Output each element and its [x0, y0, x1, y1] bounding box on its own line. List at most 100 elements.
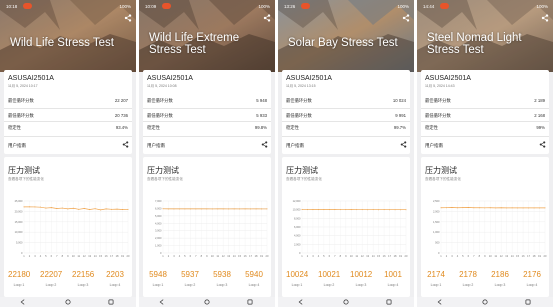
loop-scores-strip[interactable]: 10024 Loop 1 10021 Loop 2 10012 Loop 3 1001 Loo… [286, 268, 410, 294]
loop-score-item[interactable]: 22207 Loop 2 [40, 268, 62, 294]
share-icon[interactable] [541, 14, 549, 22]
stability-label: 稳定性 [8, 125, 21, 130]
x-tick-label: 19 [538, 254, 541, 258]
x-tick-label: 2 [29, 254, 31, 258]
share-icon[interactable] [124, 14, 132, 22]
x-tick-label: 18 [533, 254, 536, 258]
home-icon[interactable] [343, 299, 349, 305]
y-tick-label: 12,000 [293, 199, 301, 203]
loop-score-item[interactable]: 5938 Loop 3 [211, 268, 233, 294]
x-tick-label: 18 [116, 254, 119, 258]
data-point [394, 209, 396, 211]
loop-scores-strip[interactable]: 5948 Loop 1 5937 Loop 2 5938 Loop 3 5940 Loop 4 [147, 268, 271, 294]
x-tick-label: 11 [494, 254, 497, 258]
back-icon[interactable] [437, 299, 443, 305]
back-icon[interactable] [298, 299, 304, 305]
recents-icon[interactable] [386, 299, 392, 305]
divider [282, 121, 410, 122]
loop-score-item[interactable]: 5937 Loop 2 [179, 268, 201, 294]
loop-score-item[interactable]: 2174 Loop 1 [425, 268, 447, 294]
stress-line-chart: 25,00020,00015,00010,0005,00001 2 3 4 5 6 7 8 9 1… [15, 199, 130, 258]
user-guide-link[interactable]: 用户指南 [147, 143, 165, 149]
x-tick-label: 1 [162, 254, 164, 258]
back-icon[interactable] [159, 299, 165, 305]
best-value: 2 189 [534, 98, 545, 103]
device-name: ASUSAI2501A [286, 75, 332, 82]
section-title: 压力测试 [286, 166, 318, 175]
home-icon[interactable] [204, 299, 210, 305]
user-guide-link[interactable]: 用户指南 [8, 143, 26, 149]
data-point [127, 208, 129, 210]
data-point [361, 209, 363, 211]
back-icon[interactable] [20, 299, 26, 305]
loop-score-value: 2174 [427, 270, 445, 279]
data-point [462, 207, 464, 209]
loop-scores-strip[interactable]: 22180 Loop 1 22207 Loop 2 22156 Loop 3 2203 Loo… [8, 268, 132, 294]
loop-score-value: 22180 [8, 270, 31, 279]
y-tick-label: 5,000 [16, 241, 23, 245]
data-point [211, 208, 213, 210]
user-guide-link[interactable]: 用户指南 [425, 143, 443, 149]
loop-score-item[interactable]: 5948 Loop 1 [147, 268, 169, 294]
y-tick-label: 4,000 [294, 234, 301, 238]
data-point [544, 207, 546, 209]
stability-label: 稳定性 [147, 125, 160, 130]
recents-icon[interactable] [525, 299, 531, 305]
loop-score-item[interactable]: 1001 Loop 4 [382, 268, 404, 294]
x-tick-label: 15 [99, 254, 102, 258]
stability-value: 99.8% [254, 125, 267, 130]
data-point [184, 208, 186, 210]
loop-score-item[interactable]: 22180 Loop 1 [8, 268, 30, 294]
score-series-line [23, 206, 129, 211]
best-label: 最佳循环分数 [425, 98, 451, 103]
data-point [484, 207, 486, 209]
divider [143, 136, 271, 137]
x-tick-label: 14 [372, 254, 375, 258]
x-tick-label: 8 [201, 254, 203, 258]
data-point [539, 207, 541, 209]
x-tick-label: 4 [318, 254, 320, 258]
share-icon[interactable] [263, 14, 271, 22]
x-tick-label: 2 [446, 254, 448, 258]
loop-score-value: 2178 [459, 270, 477, 279]
x-tick-label: 5 [462, 254, 464, 258]
data-point [261, 208, 263, 210]
loop-score-value: 2203 [106, 270, 124, 279]
loop-score-value: 2186 [491, 270, 509, 279]
loop-score-item[interactable]: 22156 Loop 3 [72, 268, 94, 294]
user-guide-link[interactable]: 用户指南 [286, 143, 304, 149]
y-tick-label: 4,000 [155, 221, 162, 225]
loop-score-item[interactable]: 10012 Loop 3 [350, 268, 372, 294]
loop-score-item[interactable]: 2176 Loop 4 [521, 268, 543, 294]
score-summary-card: ASUSAI2501A 11月 5, 2024 10:08 最佳循环分数 5 948 最… [143, 70, 271, 154]
home-icon[interactable] [65, 299, 71, 305]
x-tick-label: 19 [121, 254, 124, 258]
data-point [517, 207, 519, 209]
share-icon[interactable] [261, 141, 268, 148]
data-point [489, 207, 491, 209]
loop-score-item[interactable]: 10024 Loop 1 [286, 268, 308, 294]
lowest-loop-score-row: 最低循环分数 5 933 [147, 113, 267, 119]
loop-score-item[interactable]: 2178 Loop 2 [457, 268, 479, 294]
share-icon[interactable] [122, 141, 129, 148]
loop-score-item[interactable]: 5940 Loop 4 [243, 268, 265, 294]
recents-icon[interactable] [247, 299, 253, 305]
loop-score-item[interactable]: 10021 Loop 2 [318, 268, 340, 294]
share-icon[interactable] [400, 141, 407, 148]
section-subtitle: 查看各项下的性能变化 [425, 177, 461, 181]
share-icon[interactable] [539, 141, 546, 148]
loop-scores-strip[interactable]: 2174 Loop 1 2178 Loop 2 2186 Loop 3 2176 Loop 4 [425, 268, 549, 294]
loop-score-item[interactable]: 2203 Loop 4 [104, 268, 126, 294]
data-point [356, 209, 358, 211]
system-nav-bar [0, 297, 136, 307]
data-point [317, 209, 319, 211]
share-icon[interactable] [402, 14, 410, 22]
loop-score-value: 10021 [318, 270, 341, 279]
x-tick-label: 18 [394, 254, 397, 258]
recents-icon[interactable] [108, 299, 114, 305]
x-tick-label: 13 [227, 254, 230, 258]
home-icon[interactable] [482, 299, 488, 305]
lowest-loop-score-row: 最低循环分数 9 991 [286, 113, 406, 119]
loop-score-item[interactable]: 2186 Loop 3 [489, 268, 511, 294]
x-tick-label: 1 [23, 254, 25, 258]
